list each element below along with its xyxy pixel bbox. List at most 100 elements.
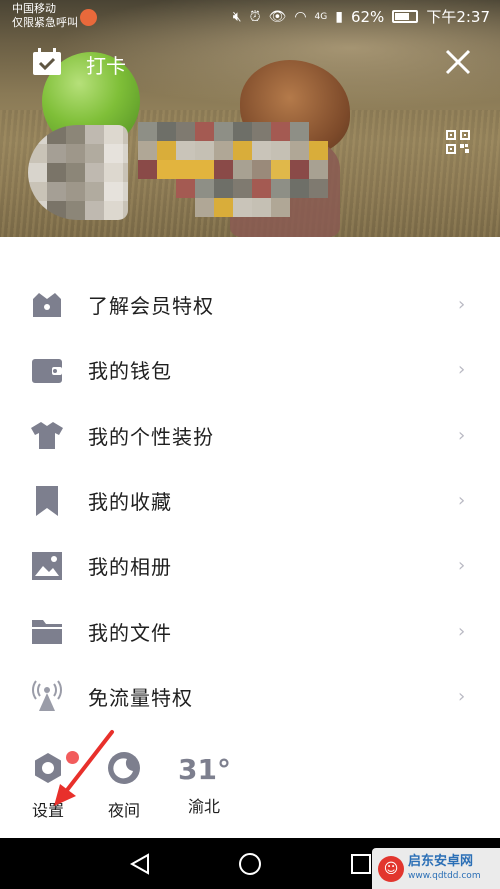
signal-icon: ▮ xyxy=(335,8,343,25)
menu-label: 我的收藏 xyxy=(88,490,172,515)
mosaic-block xyxy=(271,160,290,179)
menu-item-wallet[interactable]: 我的钱包 › xyxy=(0,337,500,402)
mosaic-block xyxy=(309,141,328,160)
mosaic-block xyxy=(233,160,252,179)
bookmark-icon xyxy=(36,485,58,516)
mosaic-block xyxy=(157,160,176,179)
menu-label: 免流量特权 xyxy=(88,685,193,710)
mosaic-block xyxy=(104,182,123,201)
qr-code-icon[interactable] xyxy=(446,130,470,154)
weather-widget[interactable]: 31° 渝北 xyxy=(178,745,231,817)
watermark-text: 启东安卓网 www.qdtdd.com xyxy=(408,854,481,884)
mosaic-block xyxy=(195,179,214,198)
mosaic-block xyxy=(290,179,309,198)
mosaic-block xyxy=(252,122,271,141)
mosaic-block xyxy=(47,163,66,182)
mosaic-block xyxy=(176,160,195,179)
mosaic-block xyxy=(157,122,176,141)
chevron-right-icon: › xyxy=(458,555,466,577)
chevron-right-icon: › xyxy=(458,294,466,316)
avatar[interactable] xyxy=(28,125,128,220)
checkin-button[interactable]: 打卡 xyxy=(86,50,126,79)
mute-icon: 🔇︎ xyxy=(232,8,242,25)
menu-item-favorites[interactable]: 我的收藏 › xyxy=(0,468,500,533)
mosaic-block xyxy=(271,179,290,198)
network-type: 4G xyxy=(314,11,328,22)
chevron-right-icon: › xyxy=(458,620,466,642)
mosaic-block xyxy=(104,163,123,182)
watermark-title: 启东安卓网 xyxy=(408,853,474,869)
city-label: 渝北 xyxy=(187,797,220,816)
menu-item-member[interactable]: 了解会员特权 › xyxy=(0,272,500,337)
menu-item-free-data[interactable]: 免流量特权 › xyxy=(0,664,500,729)
watermark-logo-icon: ☺︎ xyxy=(378,855,404,882)
nickname-mosaic[interactable] xyxy=(138,122,328,222)
mosaic-block xyxy=(85,163,104,182)
menu-label: 我的钱包 xyxy=(88,359,172,384)
chevron-right-icon: › xyxy=(458,359,466,381)
mosaic-block xyxy=(214,141,233,160)
mosaic-block xyxy=(290,160,309,179)
signal-tower-icon xyxy=(32,680,62,712)
drawer-menu: 了解会员特权 › 我的钱包 › 我的个性装扮 › 我的收藏 › 我的相册 › 我… xyxy=(0,272,500,729)
status-right: 🔇︎ ⏰︎ 👁︎ ◠ 4G ▮ 62% 下午2:37 xyxy=(233,6,490,27)
mosaic-block xyxy=(214,160,233,179)
watermark-url: www.qdtdd.com xyxy=(408,870,481,881)
folder-icon xyxy=(32,620,62,645)
mosaic-block xyxy=(104,201,123,220)
mosaic-block xyxy=(85,201,104,220)
mosaic-block xyxy=(123,182,128,201)
mosaic-block xyxy=(66,163,85,182)
eye-comfort-icon: 👁︎ xyxy=(268,8,287,25)
menu-label: 我的相册 xyxy=(88,555,172,580)
carrier-emergency: 仅限紧急呼叫 xyxy=(12,16,78,29)
mosaic-block xyxy=(309,179,328,198)
member-crown-icon xyxy=(33,292,61,317)
carrier-name: 中国移动 xyxy=(12,2,56,15)
menu-label: 我的文件 xyxy=(88,620,172,645)
mosaic-block xyxy=(85,125,104,144)
calendar-check-icon[interactable] xyxy=(32,48,62,76)
mosaic-block xyxy=(252,141,271,160)
mosaic-block xyxy=(28,163,47,182)
mosaic-block xyxy=(271,198,290,217)
battery-percent: 62% xyxy=(350,7,385,26)
photo-icon xyxy=(32,551,62,580)
home-icon[interactable] xyxy=(238,852,262,876)
wallet-icon xyxy=(32,358,62,383)
mosaic-block xyxy=(252,198,271,217)
mosaic-block xyxy=(233,141,252,160)
mosaic-block xyxy=(176,141,195,160)
close-icon[interactable] xyxy=(444,48,472,76)
chevron-right-icon: › xyxy=(458,490,466,512)
menu-item-album[interactable]: 我的相册 › xyxy=(0,533,500,598)
mosaic-block xyxy=(138,122,157,141)
carrier-info: 中国移动 仅限紧急呼叫 xyxy=(12,2,78,30)
mosaic-block xyxy=(176,179,195,198)
mosaic-block xyxy=(66,125,85,144)
mosaic-block xyxy=(47,125,66,144)
mosaic-block xyxy=(104,125,123,144)
mosaic-block xyxy=(252,160,271,179)
menu-label: 我的个性装扮 xyxy=(88,424,214,449)
mosaic-block xyxy=(195,198,214,217)
mosaic-block xyxy=(85,182,104,201)
header-bar: 打卡 xyxy=(0,40,500,86)
mosaic-block xyxy=(66,201,85,220)
recent-apps-icon[interactable] xyxy=(350,853,372,875)
back-icon[interactable] xyxy=(128,852,152,876)
menu-label: 了解会员特权 xyxy=(88,294,214,319)
notification-app-icon xyxy=(80,9,97,26)
mosaic-block xyxy=(47,201,66,220)
mosaic-block xyxy=(214,198,233,217)
chevron-right-icon: › xyxy=(458,424,466,446)
status-bar: 中国移动 仅限紧急呼叫 🔇︎ ⏰︎ 👁︎ ◠ 4G ▮ 62% 下午2:37 xyxy=(0,0,500,36)
mosaic-block xyxy=(66,144,85,163)
mosaic-block xyxy=(157,141,176,160)
mosaic-block xyxy=(123,163,128,182)
mosaic-block xyxy=(233,198,252,217)
menu-item-theme[interactable]: 我的个性装扮 › xyxy=(0,403,500,468)
menu-item-files[interactable]: 我的文件 › xyxy=(0,598,500,663)
battery-icon xyxy=(392,10,419,23)
annotation-arrow-icon xyxy=(54,730,114,806)
